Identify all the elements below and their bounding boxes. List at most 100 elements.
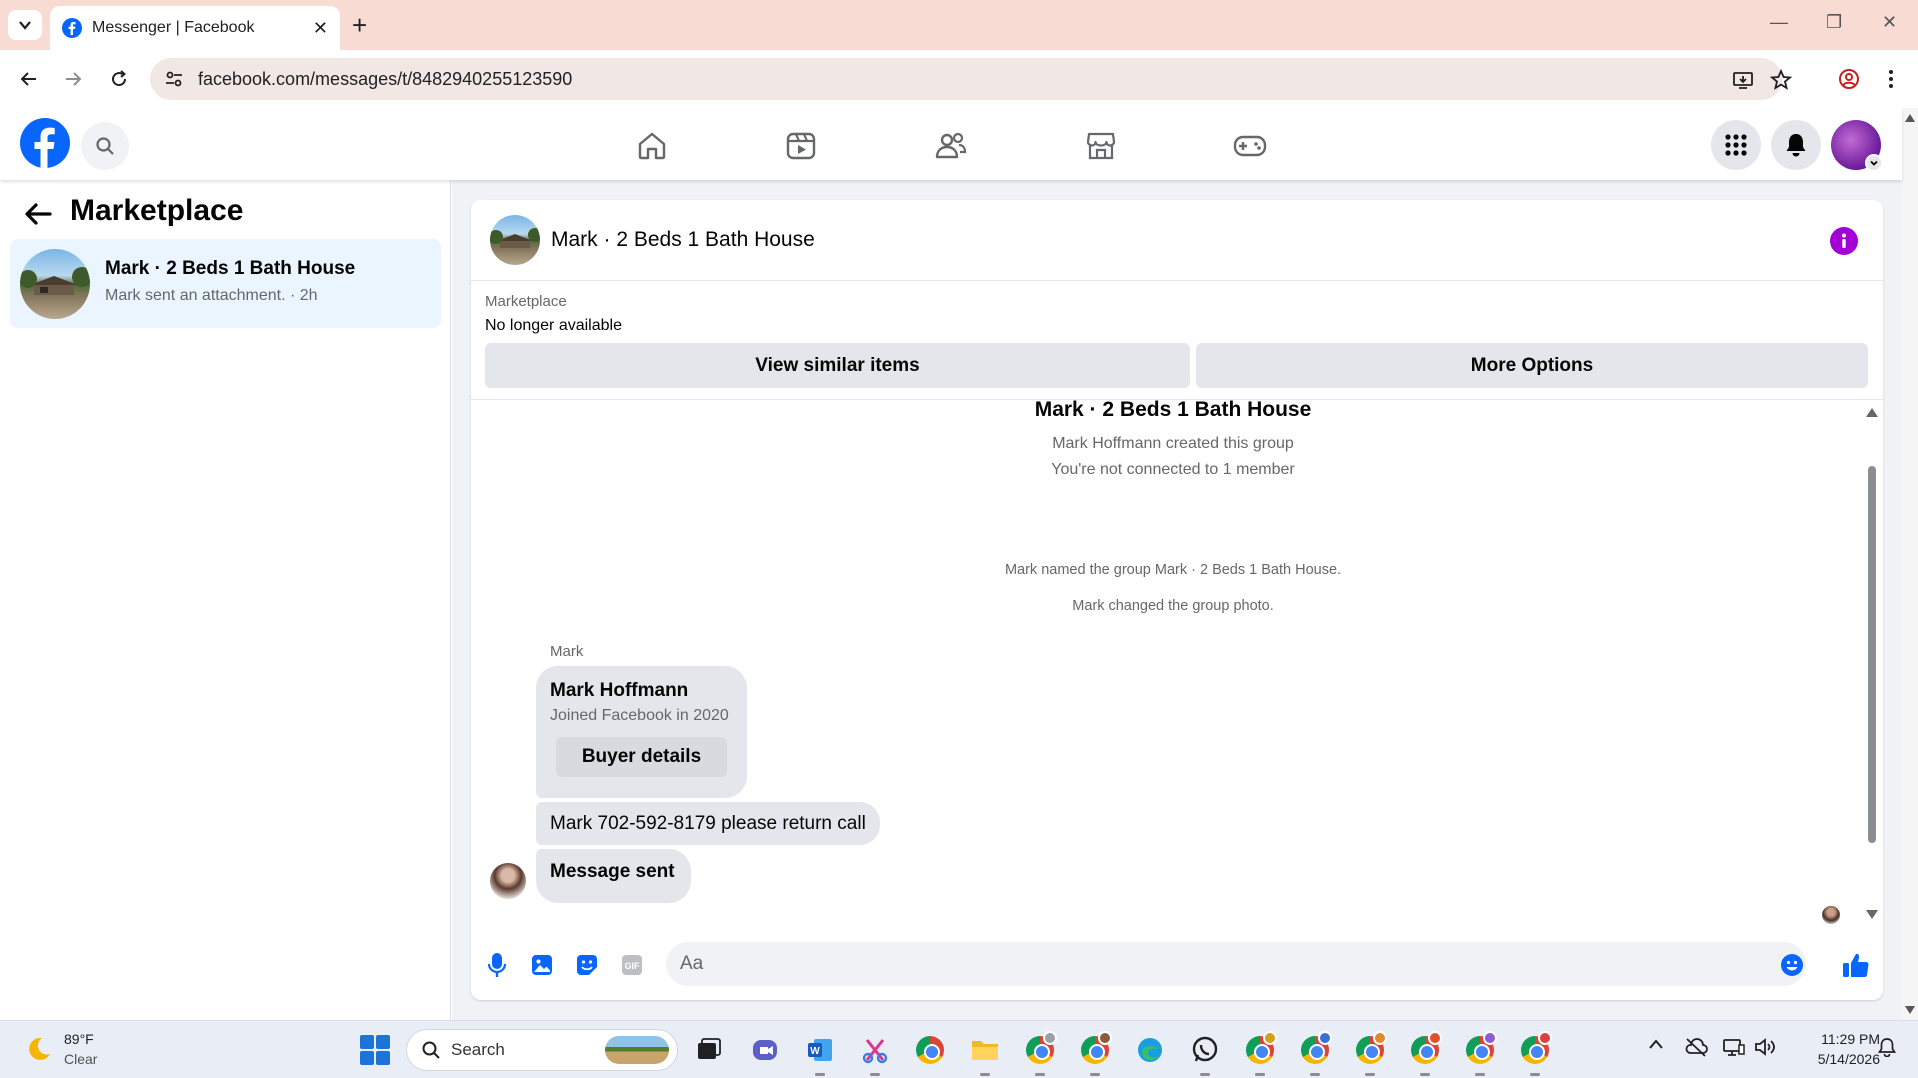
browser-menu-button[interactable] [1876,64,1906,94]
nav-marketplace[interactable] [1081,126,1121,166]
more-options-button[interactable]: More Options [1196,343,1868,388]
task-view-icon[interactable] [692,1033,726,1067]
buyer-details-button[interactable]: Buyer details [556,737,727,777]
emoji-button[interactable] [1777,950,1807,980]
volume-icon[interactable] [1754,1037,1776,1062]
taskbar-date[interactable]: 5/14/2026 [1800,1051,1880,1067]
site-info-icon[interactable] [164,69,184,89]
chrome-icon[interactable] [913,1033,947,1067]
arrow-left-icon [20,72,36,86]
scroll-down-icon[interactable] [1866,910,1878,919]
scroll-up-icon[interactable] [1866,408,1878,417]
facebook-logo-icon[interactable] [20,118,70,168]
new-tab-button[interactable]: + [352,10,367,40]
scroll-up-icon[interactable] [1905,114,1915,122]
browser-tab-active[interactable]: Messenger | Facebook ✕ [50,6,340,50]
install-app-icon[interactable] [1732,69,1754,91]
search-icon [422,1041,440,1059]
back-arrow-icon[interactable] [24,202,52,226]
profile-button[interactable] [1834,64,1864,94]
page-scrollbar[interactable] [1902,108,1918,1020]
tab-title: Messenger | Facebook [92,19,255,36]
taskbar-time[interactable]: 11:29 PM [1800,1031,1880,1047]
chrome-profile-icon[interactable] [1078,1031,1112,1076]
start-button[interactable] [360,1035,390,1065]
thumbs-up-icon [1843,953,1869,978]
like-button[interactable] [1841,950,1871,980]
conversation-preview: Mark sent an attachment. · 2h [105,287,318,304]
facebook-search-button[interactable] [81,122,129,170]
thread-scrollbar[interactable] [1864,400,1878,925]
chrome-profile-icon[interactable] [1463,1031,1497,1076]
chrome-profile-icon[interactable] [1353,1031,1387,1076]
sender-avatar[interactable] [490,863,526,899]
conversation-item[interactable]: Mark · 2 Beds 1 Bath House Mark sent an … [10,239,441,328]
network-icon[interactable] [1722,1037,1746,1062]
onedrive-offline-icon[interactable] [1684,1037,1708,1062]
marketplace-icon [1086,132,1116,160]
tab-search-button[interactable] [8,10,42,40]
chrome-profile-icon[interactable] [1023,1031,1057,1076]
arrow-right-icon [66,72,82,86]
windows-logo-icon [360,1035,374,1049]
weather-description[interactable]: Clear [64,1051,97,1067]
taskbar-search-label: Search [451,1040,505,1059]
connection-info: You're not connected to 1 member [1051,461,1295,478]
forward-button[interactable] [58,64,88,94]
app-running-indicator [815,1073,825,1076]
profile-card-joined: Joined Facebook in 2020 [550,707,729,724]
back-button[interactable] [14,64,44,94]
minimize-icon[interactable]: — [1770,12,1788,33]
message-bubble[interactable]: Mark 702-592-8179 please return call [536,802,880,845]
nav-video[interactable] [781,126,821,166]
word-icon[interactable]: W [803,1033,837,1076]
moon-weather-icon[interactable] [24,1035,52,1063]
show-hidden-icons[interactable] [1648,1037,1664,1055]
group-photo[interactable] [490,215,540,265]
conversation-info-icon[interactable] [1830,227,1858,255]
conversation-header: Mark · 2 Beds 1 Bath House [471,200,1883,281]
taskbar-search[interactable]: Search [406,1029,678,1071]
facebook-favicon-icon [62,18,82,38]
weather-temperature[interactable]: 89°F [64,1031,94,1047]
chrome-profile-icon[interactable] [1408,1031,1442,1076]
tab-close-icon[interactable]: ✕ [313,18,328,39]
url-text: facebook.com/messages/t/8482940255123590 [198,68,573,89]
chrome-profile-icon[interactable] [1298,1031,1332,1076]
snipping-tool-icon[interactable] [858,1033,892,1076]
chrome-profile-icon[interactable] [1243,1031,1277,1076]
edge-icon[interactable] [1133,1033,1167,1067]
group-photo-event: Mark changed the group photo. [1072,598,1274,614]
search-highlight-image [605,1036,669,1064]
whatsapp-icon[interactable] [1188,1033,1222,1076]
sticker-button[interactable] [572,950,602,980]
restore-icon[interactable]: ❐ [1826,12,1842,33]
voice-clip-button[interactable] [482,950,512,980]
svg-text:GIF: GIF [625,961,641,971]
nav-friends[interactable] [931,126,971,166]
conversation-title[interactable]: Mark · 2 Beds 1 Bath House [551,228,815,252]
scroll-thumb[interactable] [1868,466,1876,843]
notifications-button[interactable] [1771,120,1821,170]
file-explorer-icon[interactable] [968,1033,1002,1076]
app-grid-icon [1725,134,1747,156]
close-window-icon[interactable]: ✕ [1882,12,1897,33]
scroll-down-icon[interactable] [1905,1006,1915,1014]
message-input[interactable] [666,942,1806,986]
view-similar-items-button[interactable]: View similar items [485,343,1190,388]
account-chevron-icon[interactable] [1865,154,1883,172]
notification-center-icon[interactable] [1877,1037,1897,1062]
conversation-name: Mark · 2 Beds 1 Bath House [105,258,356,279]
teams-icon[interactable] [748,1033,782,1067]
nav-home[interactable] [632,126,672,166]
menu-button[interactable] [1711,120,1761,170]
attach-photo-button[interactable] [527,950,557,980]
gif-button[interactable]: GIF [617,950,647,980]
browser-tab-strip: Messenger | Facebook ✕ + — ❐ ✕ [0,0,1918,50]
message-bubble[interactable]: Message sent [536,849,691,903]
address-bar[interactable]: facebook.com/messages/t/8482940255123590 [150,58,1792,100]
bookmark-star-icon[interactable] [1770,69,1792,91]
reload-button[interactable] [104,64,134,94]
chrome-profile-icon[interactable] [1518,1031,1552,1076]
nav-gaming[interactable] [1230,126,1270,166]
